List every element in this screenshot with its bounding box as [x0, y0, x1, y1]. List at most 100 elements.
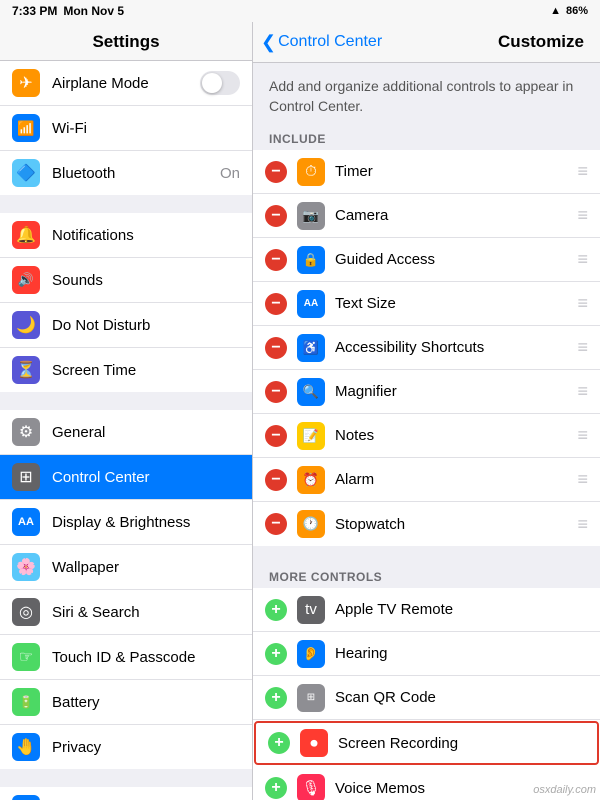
control-label-stopwatch: Stopwatch	[335, 516, 577, 533]
sidebar-item-notifications[interactable]: 🔔 Notifications	[0, 213, 252, 258]
minus-camera[interactable]: −	[265, 205, 287, 227]
back-chevron-icon: ❮	[261, 33, 276, 51]
sidebar-item-touchid[interactable]: ☞ Touch ID & Passcode	[0, 635, 252, 680]
hearing-icon: 👂	[297, 640, 325, 668]
status-right: ▲ 86%	[550, 5, 588, 17]
privacy-icon: 🤚	[12, 733, 40, 761]
sidebar-label-airplane: Airplane Mode	[52, 75, 200, 92]
wifi-icon-sidebar: 📶	[12, 114, 40, 142]
drag-handle-accessibility[interactable]: ≡	[577, 337, 588, 358]
drag-handle-timer[interactable]: ≡	[577, 161, 588, 182]
control-item-camera: − 📷 Camera ≡	[253, 194, 600, 238]
sidebar-item-wallpaper[interactable]: 🌸 Wallpaper	[0, 545, 252, 590]
minus-notes[interactable]: −	[265, 425, 287, 447]
textsize-icon: AA	[297, 290, 325, 318]
sidebar-group-2: 🔔 Notifications 🔊 Sounds 🌙 Do Not Distur…	[0, 213, 252, 392]
sidebar-item-itunes[interactable]: A iTunes & App Store	[0, 787, 252, 800]
sidebar-item-general[interactable]: ⚙ General	[0, 410, 252, 455]
drag-handle-magnifier[interactable]: ≡	[577, 381, 588, 402]
sidebar-item-sirisearch[interactable]: ◎ Siri & Search	[0, 590, 252, 635]
stopwatch-icon: 🕐	[297, 510, 325, 538]
watermark: osxdaily.com	[533, 784, 596, 796]
wallpaper-icon: 🌸	[12, 553, 40, 581]
drag-handle-camera[interactable]: ≡	[577, 205, 588, 226]
bluetooth-value: On	[220, 165, 240, 182]
sidebar: Settings ✈ Airplane Mode 📶 Wi-Fi 🔷 Bluet…	[0, 22, 253, 800]
displaybrightness-icon: AA	[12, 508, 40, 536]
notifications-icon: 🔔	[12, 221, 40, 249]
camera-icon: 📷	[297, 202, 325, 230]
general-icon: ⚙	[12, 418, 40, 446]
minus-magnifier[interactable]: −	[265, 381, 287, 403]
right-content: Add and organize additional controls to …	[253, 63, 600, 800]
sidebar-label-notifications: Notifications	[52, 227, 240, 244]
plus-screenrecording[interactable]: +	[268, 732, 290, 754]
control-item-stopwatch: − 🕐 Stopwatch ≡	[253, 502, 600, 546]
appletv-icon: tv	[297, 596, 325, 624]
control-item-notes: − 📝 Notes ≡	[253, 414, 600, 458]
drag-handle-textsize[interactable]: ≡	[577, 293, 588, 314]
wifi-icon: ▲	[550, 5, 561, 17]
description-box: Add and organize additional controls to …	[253, 63, 600, 126]
drag-handle-guidedaccess[interactable]: ≡	[577, 249, 588, 270]
more-section-header: MORE CONTROLS	[253, 564, 600, 588]
plus-hearing[interactable]: +	[265, 643, 287, 665]
minus-textsize[interactable]: −	[265, 293, 287, 315]
screenrecording-icon: ⏺	[300, 729, 328, 757]
sidebar-item-displaybrightness[interactable]: AA Display & Brightness	[0, 500, 252, 545]
sidebar-item-privacy[interactable]: 🤚 Privacy	[0, 725, 252, 769]
voicememos-icon: 🎙	[297, 774, 325, 800]
control-label-scanqr: Scan QR Code	[335, 689, 588, 706]
controlcenter-icon: ⊞	[12, 463, 40, 491]
control-item-alarm: − ⏰ Alarm ≡	[253, 458, 600, 502]
drag-handle-notes[interactable]: ≡	[577, 425, 588, 446]
airplane-icon: ✈	[12, 69, 40, 97]
status-day: Mon Nov 5	[63, 4, 124, 18]
control-item-textsize: − AA Text Size ≡	[253, 282, 600, 326]
sidebar-item-bluetooth[interactable]: 🔷 Bluetooth On	[0, 151, 252, 195]
sidebar-item-sounds[interactable]: 🔊 Sounds	[0, 258, 252, 303]
back-label: Control Center	[278, 33, 382, 51]
sidebar-label-displaybrightness: Display & Brightness	[52, 514, 240, 531]
sidebar-label-wifi: Wi-Fi	[52, 120, 240, 137]
control-label-notes: Notes	[335, 427, 577, 444]
right-header: ❮ Control Center Customize	[253, 22, 600, 63]
more-list: + tv Apple TV Remote + 👂 Hearing + ⊞ Sca…	[253, 588, 600, 800]
airplane-toggle[interactable]	[200, 71, 240, 95]
back-button[interactable]: ❮ Control Center	[261, 33, 382, 51]
donotdisturb-icon: 🌙	[12, 311, 40, 339]
minus-accessibility[interactable]: −	[265, 337, 287, 359]
plus-scanqr[interactable]: +	[265, 687, 287, 709]
scanqr-icon: ⊞	[297, 684, 325, 712]
magnifier-icon: 🔍	[297, 378, 325, 406]
sidebar-group-3: ⚙ General ⊞ Control Center AA Display & …	[0, 410, 252, 769]
sidebar-sep-2	[0, 392, 252, 410]
minus-alarm[interactable]: −	[265, 469, 287, 491]
plus-voicememos[interactable]: +	[265, 777, 287, 799]
control-label-appletv: Apple TV Remote	[335, 601, 588, 618]
sidebar-label-touchid: Touch ID & Passcode	[52, 649, 240, 666]
sidebar-item-donotdisturb[interactable]: 🌙 Do Not Disturb	[0, 303, 252, 348]
screentime-icon: ⏳	[12, 356, 40, 384]
accessibility-icon: ♿	[297, 334, 325, 362]
control-item-timer: − ⏱ Timer ≡	[253, 150, 600, 194]
sidebar-title: Settings	[0, 22, 252, 61]
drag-handle-stopwatch[interactable]: ≡	[577, 514, 588, 535]
control-item-appletv: + tv Apple TV Remote	[253, 588, 600, 632]
drag-handle-alarm[interactable]: ≡	[577, 469, 588, 490]
sidebar-item-screentime[interactable]: ⏳ Screen Time	[0, 348, 252, 392]
control-label-accessibility: Accessibility Shortcuts	[335, 339, 577, 356]
sidebar-item-airplane[interactable]: ✈ Airplane Mode	[0, 61, 252, 106]
minus-guidedaccess[interactable]: −	[265, 249, 287, 271]
minus-stopwatch[interactable]: −	[265, 513, 287, 535]
control-label-screenrecording: Screen Recording	[338, 735, 585, 752]
plus-appletv[interactable]: +	[265, 599, 287, 621]
battery-icon: 🔋	[12, 688, 40, 716]
sidebar-item-battery[interactable]: 🔋 Battery	[0, 680, 252, 725]
control-label-textsize: Text Size	[335, 295, 577, 312]
include-list: − ⏱ Timer ≡ − 📷 Camera ≡ − 🔒 Guided Acce…	[253, 150, 600, 546]
control-label-camera: Camera	[335, 207, 577, 224]
sidebar-item-controlcenter[interactable]: ⊞ Control Center	[0, 455, 252, 500]
minus-timer[interactable]: −	[265, 161, 287, 183]
sidebar-item-wifi[interactable]: 📶 Wi-Fi	[0, 106, 252, 151]
